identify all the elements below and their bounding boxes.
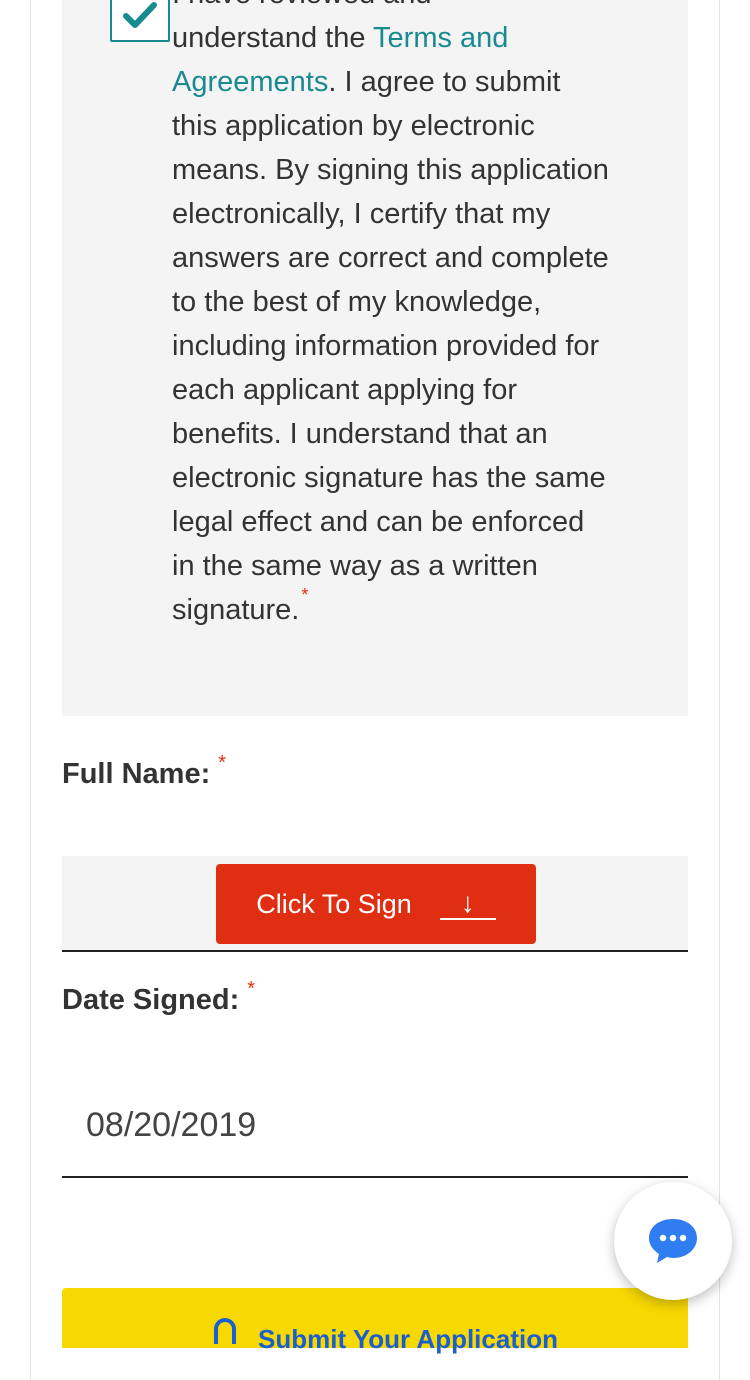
click-to-sign-button[interactable]: Click To Sign ↓ bbox=[216, 864, 536, 944]
checkmark-icon bbox=[123, 2, 157, 28]
terms-checkbox[interactable] bbox=[110, 0, 170, 42]
date-signed-value: 08/20/2019 bbox=[86, 1106, 257, 1144]
lock-icon bbox=[214, 1318, 236, 1344]
required-asterisk: * bbox=[301, 585, 309, 605]
signature-area: Click To Sign ↓ bbox=[62, 856, 688, 952]
submit-application-button[interactable]: Submit Your Application bbox=[62, 1288, 688, 1354]
full-name-label: Full Name: * bbox=[62, 752, 226, 791]
consent-body: . I agree to submit this application by … bbox=[172, 66, 609, 626]
consent-line-1-prefix: understand the bbox=[172, 22, 374, 54]
date-signed-required-asterisk: * bbox=[247, 978, 256, 1000]
full-name-required-asterisk: * bbox=[218, 752, 227, 774]
full-name-label-text: Full Name: bbox=[62, 758, 211, 790]
click-to-sign-label: Click To Sign bbox=[256, 888, 412, 919]
consent-line-0: I have reviewed and bbox=[172, 0, 432, 10]
submit-application-label: Submit Your Application bbox=[258, 1324, 558, 1354]
terms-consent-text: I have reviewed and understand the Terms… bbox=[172, 0, 612, 635]
date-signed-label: Date Signed: * bbox=[62, 978, 255, 1017]
chat-button[interactable] bbox=[614, 1182, 732, 1300]
date-signed-label-text: Date Signed: bbox=[62, 984, 240, 1016]
chat-bubble-icon bbox=[649, 1219, 697, 1263]
date-signed-field[interactable]: 08/20/2019 bbox=[62, 1080, 688, 1178]
arrow-down-icon: ↓ bbox=[439, 888, 496, 920]
